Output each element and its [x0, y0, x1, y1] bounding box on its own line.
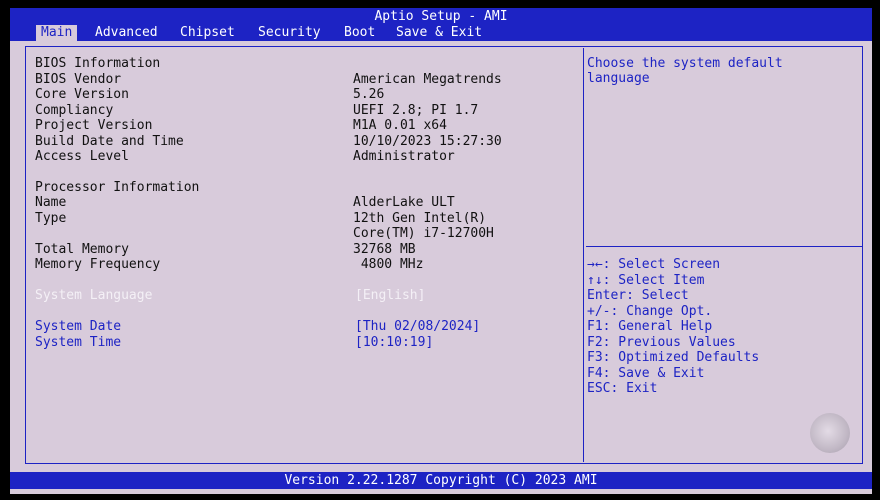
system-date-label[interactable]: System Date — [35, 319, 121, 334]
vendor-logo-icon — [810, 413, 850, 453]
tab-bar: Main Advanced Chipset Security Boot Save… — [10, 25, 872, 41]
bios-screen: Aptio Setup - AMI Main Advanced Chipset … — [10, 8, 872, 494]
total-memory-label: Total Memory — [35, 242, 129, 257]
tab-advanced[interactable]: Advanced — [90, 25, 163, 41]
processor-type-label: Type — [35, 211, 67, 226]
compliancy-label: Compliancy — [35, 103, 114, 118]
bios-vendor-value: American Megatrends — [353, 72, 502, 87]
system-time-value[interactable]: [10:10:19] — [355, 335, 433, 350]
system-time-label[interactable]: System Time — [35, 335, 121, 350]
build-date-value: 10/10/2023 15:27:30 — [353, 134, 502, 149]
key-help-select-screen: →←: Select Screen — [587, 257, 721, 272]
project-version-label: Project Version — [35, 118, 153, 133]
window-title: Aptio Setup - AMI — [10, 8, 872, 25]
core-version-label: Core Version — [35, 87, 129, 102]
tab-chipset[interactable]: Chipset — [175, 25, 240, 41]
compliancy-value: UEFI 2.8; PI 1.7 — [353, 103, 479, 118]
help-text-line1: Choose the system default — [587, 56, 783, 71]
key-help-select-item: ↑↓: Select Item — [587, 273, 705, 288]
tab-boot[interactable]: Boot — [339, 25, 380, 41]
processor-type-value-line2: Core(TM) i7-12700H — [353, 226, 494, 241]
panel-divider — [583, 48, 584, 462]
processor-info-header: Processor Information — [35, 180, 200, 195]
memory-frequency-value: 4800 MHz — [353, 257, 424, 272]
help-text-line2: language — [587, 71, 650, 86]
bios-info-header: BIOS Information — [35, 56, 161, 71]
key-help-f4: F4: Save & Exit — [587, 366, 705, 381]
version-footer: Version 2.22.1287 Copyright (C) 2023 AMI — [10, 472, 872, 489]
system-language-value[interactable]: [English] — [355, 288, 425, 303]
processor-type-value-line1: 12th Gen Intel(R) — [353, 211, 487, 226]
bios-vendor-label: BIOS Vendor — [35, 72, 122, 87]
project-version-value: M1A 0.01 x64 — [353, 118, 447, 133]
tab-save-exit[interactable]: Save & Exit — [391, 25, 487, 41]
processor-name-label: Name — [35, 195, 67, 210]
help-divider — [586, 246, 862, 247]
key-help-f1: F1: General Help — [587, 319, 713, 334]
build-date-label: Build Date and Time — [35, 134, 184, 149]
processor-name-value: AlderLake ULT — [353, 195, 455, 210]
core-version-value: 5.26 — [353, 87, 385, 102]
access-level-value: Administrator — [353, 149, 455, 164]
tab-security[interactable]: Security — [253, 25, 326, 41]
key-help-esc: ESC: Exit — [587, 381, 658, 396]
system-language-label[interactable]: System Language — [35, 288, 152, 303]
key-help-f2: F2: Previous Values — [587, 335, 736, 350]
tab-main[interactable]: Main — [36, 25, 78, 41]
system-date-value[interactable]: [Thu 02/08/2024] — [355, 319, 480, 334]
key-help-f3: F3: Optimized Defaults — [587, 350, 760, 365]
key-help-enter: Enter: Select — [587, 288, 689, 303]
key-help-change-opt: +/-: Change Opt. — [587, 304, 713, 319]
access-level-label: Access Level — [35, 149, 129, 164]
memory-frequency-label: Memory Frequency — [35, 257, 161, 272]
total-memory-value: 32768 MB — [353, 242, 416, 257]
